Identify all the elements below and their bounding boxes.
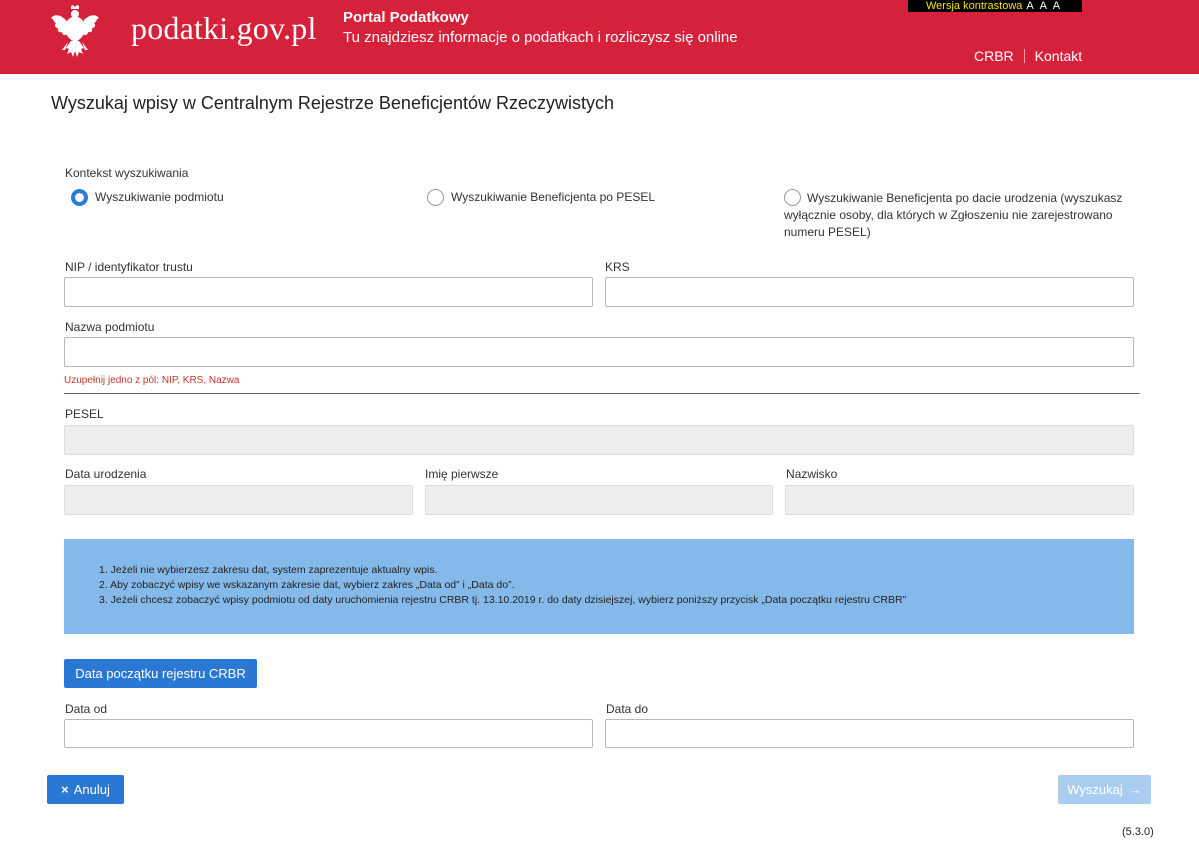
radio-pesel-search-label[interactable]: Wyszukiwanie Beneficjenta po PESEL xyxy=(451,189,655,205)
entity-name-label: Nazwa podmiotu xyxy=(65,320,155,334)
nav-link-kontakt[interactable]: Kontakt xyxy=(1035,48,1082,64)
krs-label: KRS xyxy=(605,260,630,274)
search-button-label: Wyszukaj xyxy=(1067,782,1123,797)
font-size-toggle[interactable]: A A A xyxy=(1026,0,1062,12)
cancel-button[interactable]: × Anuluj xyxy=(47,775,124,804)
top-nav: CRBR Kontakt xyxy=(974,48,1082,64)
radio-birthdate-search-label-line1[interactable]: Wyszukiwanie Beneficjenta po dacie urodz… xyxy=(807,190,1122,206)
pesel-input xyxy=(64,425,1134,455)
date-from-input[interactable] xyxy=(64,719,593,748)
registry-start-date-button[interactable]: Data początku rejestru CRBR xyxy=(64,659,257,688)
info-line-1: 1. Jeżeli nie wybierzesz zakresu dat, sy… xyxy=(99,564,438,576)
portal-subtitle: Tu znajdziesz informacje o podatkach i r… xyxy=(343,29,738,46)
surname-label: Nazwisko xyxy=(786,467,838,481)
polish-eagle-logo-icon[interactable] xyxy=(50,4,100,60)
surname-input xyxy=(785,485,1134,515)
date-from-label: Data od xyxy=(65,702,108,716)
accessibility-bar: Wersja kontrastowa A A A xyxy=(908,0,1082,12)
entity-name-input[interactable] xyxy=(64,337,1134,367)
nip-input[interactable] xyxy=(64,277,593,307)
first-name-input xyxy=(425,485,773,515)
search-button[interactable]: Wyszukaj → xyxy=(1058,775,1151,804)
radio-entity-search-label[interactable]: Wyszukiwanie podmiotu xyxy=(95,189,224,205)
page-title: Wyszukaj wpisy w Centralnym Rejestrze Be… xyxy=(51,93,615,113)
date-to-label: Data do xyxy=(606,702,649,716)
birth-date-label: Data urodzenia xyxy=(65,467,147,481)
cancel-button-label: Anuluj xyxy=(73,782,110,797)
first-name-label: Imię pierwsze xyxy=(425,467,499,481)
info-line-2: 2. Aby zobaczyć wpisy we wskazanym zakre… xyxy=(99,579,515,591)
arrow-right-icon: → xyxy=(1128,782,1142,797)
contrast-version-link[interactable]: Wersja kontrastowa xyxy=(926,0,1022,12)
section-divider xyxy=(64,393,1140,394)
pesel-label: PESEL xyxy=(65,407,104,421)
date-to-input[interactable] xyxy=(605,719,1134,748)
portal-title: Portal Podatkowy xyxy=(343,9,469,26)
radio-entity-search[interactable] xyxy=(71,189,88,206)
info-box: 1. Jeżeli nie wybierzesz zakresu dat, sy… xyxy=(64,539,1134,634)
radio-birthdate-search-label-line3[interactable]: numeru PESEL) xyxy=(784,224,871,240)
info-line-3: 3. Jeżeli chcesz zobaczyć wpisy podmiotu… xyxy=(99,594,907,606)
app-version: (5.3.0) xyxy=(1122,826,1154,838)
radio-birthdate-search-label-line2[interactable]: wyłącznie osoby, dla których w Zgłoszeni… xyxy=(784,207,1113,223)
radio-pesel-search[interactable] xyxy=(427,189,444,206)
radio-birthdate-search[interactable] xyxy=(784,189,801,206)
site-name[interactable]: podatki.gov.pl xyxy=(131,10,317,47)
nip-label: NIP / identyfikator trustu xyxy=(65,260,193,274)
birth-date-input xyxy=(64,485,413,515)
site-header: podatki.gov.pl Portal Podatkowy Tu znajd… xyxy=(0,0,1199,74)
search-context-label: Kontekst wyszukiwania xyxy=(65,166,189,180)
krs-input[interactable] xyxy=(605,277,1134,307)
close-icon: × xyxy=(61,782,69,797)
nav-divider xyxy=(1023,49,1025,63)
nav-link-crbr[interactable]: CRBR xyxy=(974,48,1014,64)
validation-hint: Uzupełnij jedno z pól: NIP, KRS, Nazwa xyxy=(64,375,240,386)
